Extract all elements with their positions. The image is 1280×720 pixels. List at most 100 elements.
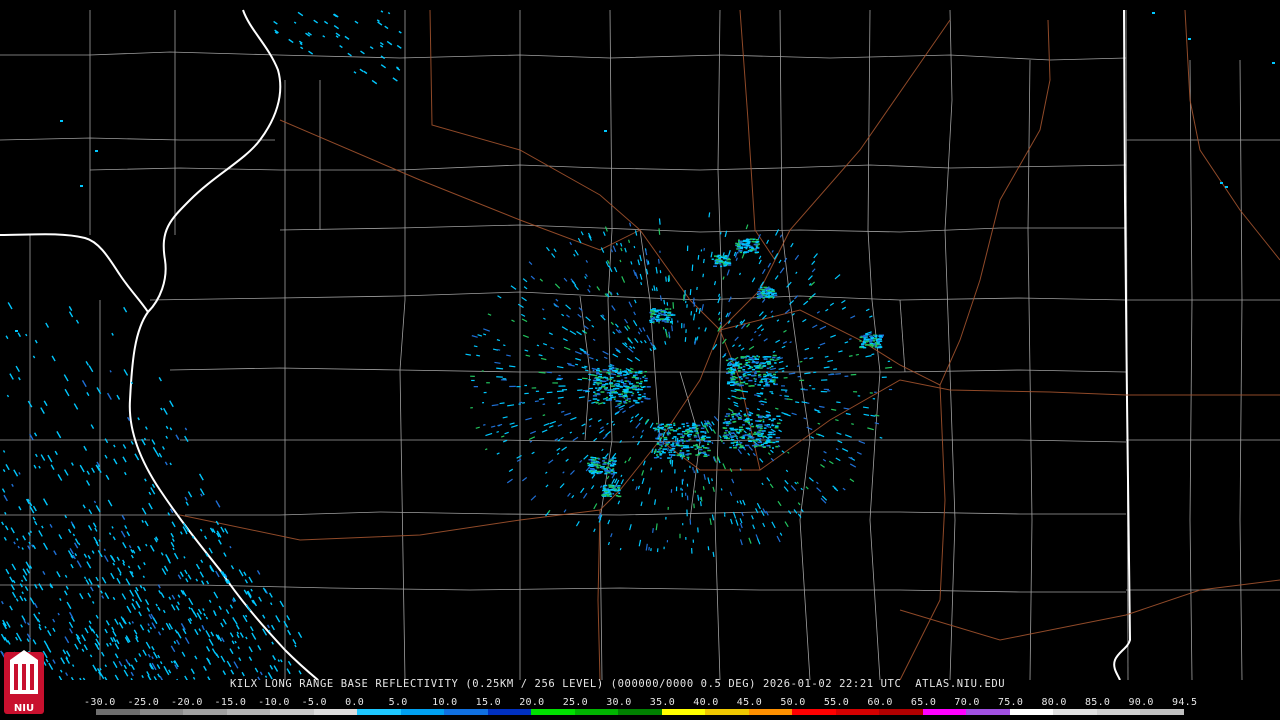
echo-pixel	[502, 378, 507, 380]
echo-pixel	[682, 446, 687, 449]
echo-pixel	[872, 398, 876, 400]
echo-pixel	[763, 358, 767, 360]
echo-pixel	[744, 414, 747, 417]
echo-pixel	[750, 385, 755, 387]
echo-pixel	[670, 444, 675, 446]
colorbar-segment	[835, 709, 880, 715]
echo-pixel	[650, 317, 653, 320]
echo-pixel	[732, 359, 737, 361]
echo-pixel	[758, 424, 763, 426]
echo-pixel	[770, 419, 774, 422]
echo-pixel	[687, 435, 690, 437]
echo-pixel	[725, 434, 730, 436]
echo-pixel	[866, 334, 869, 336]
echo-pixel	[656, 443, 660, 445]
echo-pixel	[862, 341, 866, 344]
echo-pixel	[739, 446, 743, 448]
echo-pixel	[1225, 186, 1228, 188]
echo-pixel	[593, 457, 597, 459]
echo-pixel	[652, 320, 655, 322]
echo-pixel	[655, 310, 659, 313]
echo-pixel	[751, 425, 755, 428]
echo-pixel	[679, 452, 684, 454]
echo-pixel	[738, 370, 741, 372]
echo-pixel	[732, 444, 735, 447]
echo-pixel	[734, 428, 739, 431]
echo-pixel	[638, 370, 643, 373]
echo-pixel	[731, 414, 735, 416]
echo-pixel	[679, 450, 682, 452]
echo-pixel	[604, 472, 607, 475]
echo-pixel	[739, 381, 744, 384]
colorbar-tick-label: -5.0	[301, 697, 327, 708]
echo-pixel	[671, 445, 676, 448]
echo-pixel	[703, 425, 707, 427]
echo-pixel	[622, 396, 625, 398]
echo-pixel	[683, 294, 685, 301]
echo-pixel	[681, 323, 683, 329]
echo-pixel	[681, 488, 684, 491]
echo-pixel	[742, 369, 746, 371]
echo-pixel	[632, 392, 635, 395]
echo-pixel	[95, 150, 98, 152]
colorbar-segment	[313, 709, 358, 715]
echo-pixel	[683, 433, 688, 435]
echo-pixel	[610, 396, 614, 398]
echo-pixel	[661, 450, 664, 452]
echo-pixel	[619, 368, 622, 371]
colorbar-tick-label: 75.0	[997, 697, 1024, 708]
echo-pixel	[766, 439, 771, 442]
echo-pixel	[681, 440, 684, 442]
echo-pixel	[599, 373, 603, 376]
echo-pixel	[628, 381, 631, 383]
echo-pixel	[689, 465, 691, 469]
echo-pixel	[739, 376, 741, 379]
echo-pixel	[730, 429, 735, 431]
echo-pixel	[755, 420, 760, 422]
echo-pixel	[676, 454, 681, 456]
echo-pixel	[638, 394, 642, 396]
echo-pixel	[766, 441, 771, 443]
echo-pixel	[725, 422, 729, 424]
echo-pixel	[762, 435, 766, 438]
colorbar-tick-label: 85.0	[1084, 697, 1111, 708]
colorbar-tick-label: 25.0	[562, 697, 589, 708]
echo-pixel	[661, 428, 663, 430]
echo-pixel	[707, 443, 710, 445]
echo-pixel	[631, 394, 634, 397]
echo-pixel	[684, 469, 686, 472]
echo-pixel	[664, 314, 666, 316]
echo-pixel	[608, 486, 614, 488]
echo-pixel	[552, 382, 558, 384]
echo-pixel	[863, 337, 866, 339]
echo-pixel	[645, 397, 648, 400]
echo-pixel	[1152, 12, 1155, 14]
echo-pixel	[716, 255, 720, 258]
echo-pixel	[758, 429, 762, 432]
echo-pixel	[603, 402, 606, 404]
echo-pixel	[623, 374, 627, 376]
echo-pixel	[617, 393, 622, 396]
colorbar-segment	[922, 709, 967, 715]
echo-pixel	[761, 387, 764, 390]
echo-pixel	[637, 397, 642, 399]
echo-pixel	[623, 384, 625, 387]
echo-pixel	[874, 342, 877, 344]
echo-pixel	[695, 429, 698, 431]
echo-pixel	[685, 430, 690, 432]
echo-pixel	[694, 448, 697, 450]
echo-pixel	[767, 363, 770, 365]
echo-pixel	[618, 395, 623, 398]
echo-pixel	[623, 401, 626, 404]
echo-pixel	[629, 391, 633, 393]
echo-pixel	[558, 385, 566, 387]
echo-pixel	[656, 454, 659, 456]
echo-pixel	[615, 371, 617, 373]
echo-pixel	[595, 387, 598, 389]
echo-pixel	[729, 427, 734, 430]
echo-pixel	[754, 380, 757, 382]
echo-pixel	[736, 432, 741, 434]
echo-pixel	[603, 376, 607, 379]
echo-pixel	[765, 383, 768, 385]
echo-pixel	[601, 494, 605, 496]
